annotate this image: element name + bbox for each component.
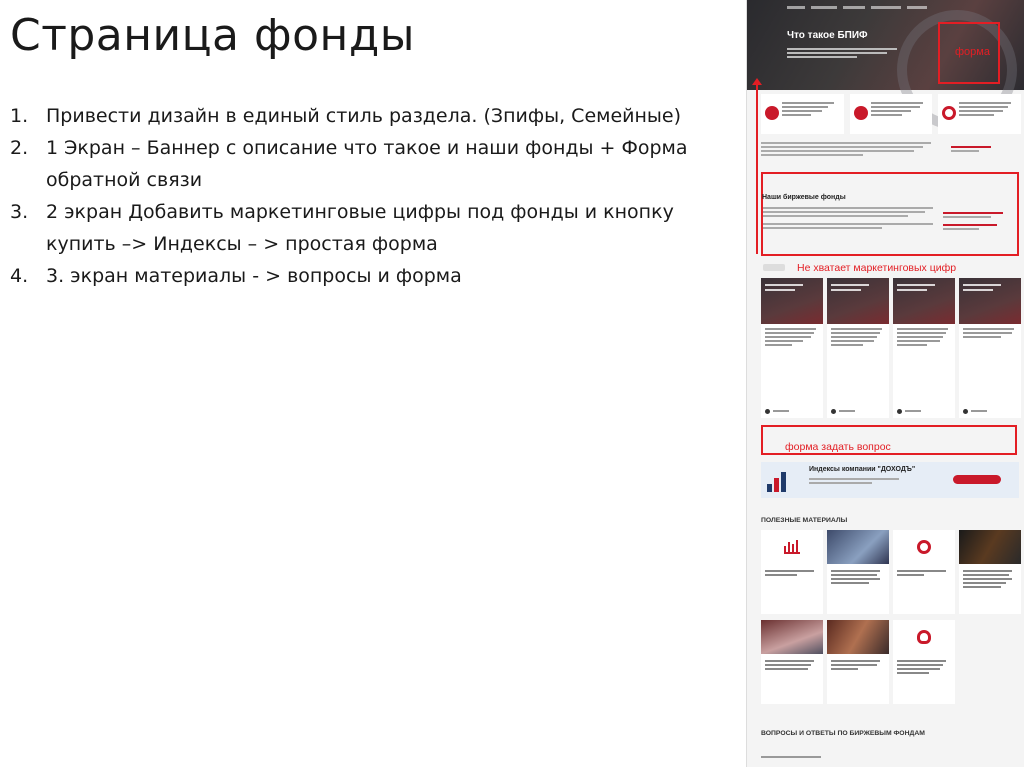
qa-item[interactable] [761, 756, 821, 758]
buy-icon [765, 408, 770, 414]
hero-subtitle [787, 48, 897, 58]
hero-nav [787, 6, 977, 10]
index-chart-icon [767, 472, 791, 492]
annotation-missing-label: Не хватает маркетинговых цифр [797, 262, 957, 274]
info-icon [853, 106, 868, 120]
material-card[interactable] [893, 620, 955, 704]
index-subtitle [809, 478, 899, 484]
fund-card[interactable] [761, 278, 823, 418]
material-card[interactable] [893, 530, 955, 614]
task-item: 4. 3. экран материалы - > вопросы и форма [10, 260, 730, 292]
task-number: 2. [10, 137, 29, 159]
idea-icon [917, 630, 931, 644]
etf-side-links [943, 212, 1003, 230]
fund-card[interactable] [893, 278, 955, 418]
index-banner: Индексы компании "ДОХОДЪ" [761, 462, 1019, 498]
info-card [938, 94, 1022, 134]
material-card[interactable] [761, 530, 823, 614]
material-card[interactable] [761, 620, 823, 704]
description-text [761, 142, 931, 156]
task-number: 1. [10, 105, 29, 127]
target-icon [917, 540, 931, 554]
slide-title: Страница фонды [10, 10, 415, 61]
material-card[interactable] [827, 620, 889, 704]
etf-section-title: Наши биржевые фонды [762, 194, 846, 201]
task-item: 1. Привести дизайн в единый стиль раздела… [10, 100, 730, 132]
buy-icon [831, 408, 836, 414]
hero-title: Что такое БПИФ [787, 30, 868, 41]
buy-icon [963, 408, 968, 414]
task-text: 3. экран материалы - > вопросы и форма [46, 265, 462, 287]
annotation-ask-label: форма задать вопрос [785, 441, 891, 453]
chart-icon [784, 540, 800, 554]
task-number: 3. [10, 201, 29, 223]
side-link [951, 146, 991, 152]
annotation-form-label: форма [955, 46, 990, 58]
pie-icon [942, 106, 957, 120]
task-list: 1. Привести дизайн в единый стиль раздела… [10, 100, 730, 292]
task-text: 2 экран Добавить маркетинговые цифры под… [46, 201, 674, 255]
fund-card[interactable] [827, 278, 889, 418]
info-cards [761, 94, 1022, 134]
task-item: 2. 1 Экран – Баннер с описание что такое … [10, 132, 730, 196]
material-card[interactable] [827, 530, 889, 614]
page-screenshot: Что такое БПИФ форма Наши биржевые фонды… [746, 0, 1024, 767]
materials-title: ПОЛЕЗНЫЕ МАТЕРИАЛЫ [761, 517, 848, 524]
info-card [761, 94, 844, 134]
filter-badge[interactable] [763, 264, 785, 271]
annotation-arrow [752, 78, 762, 254]
task-text: Привести дизайн в единый стиль раздела. … [46, 105, 682, 127]
index-button[interactable] [953, 475, 1001, 484]
material-card[interactable] [959, 530, 1021, 614]
buy-icon [897, 408, 902, 414]
fund-cards [761, 278, 1021, 418]
qa-title: ВОПРОСЫ И ОТВЕТЫ ПО БИРЖЕВЫМ ФОНДАМ [761, 730, 925, 737]
fund-card[interactable] [959, 278, 1021, 418]
task-number: 4. [10, 265, 29, 287]
info-icon [765, 106, 779, 120]
info-card [849, 94, 933, 134]
etf-description [763, 207, 933, 229]
materials-grid [761, 530, 1021, 704]
task-item: 3. 2 экран Добавить маркетинговые цифры п… [10, 196, 730, 260]
index-title: Индексы компании "ДОХОДЪ" [809, 466, 916, 473]
task-text: 1 Экран – Баннер с описание что такое и … [46, 137, 688, 191]
